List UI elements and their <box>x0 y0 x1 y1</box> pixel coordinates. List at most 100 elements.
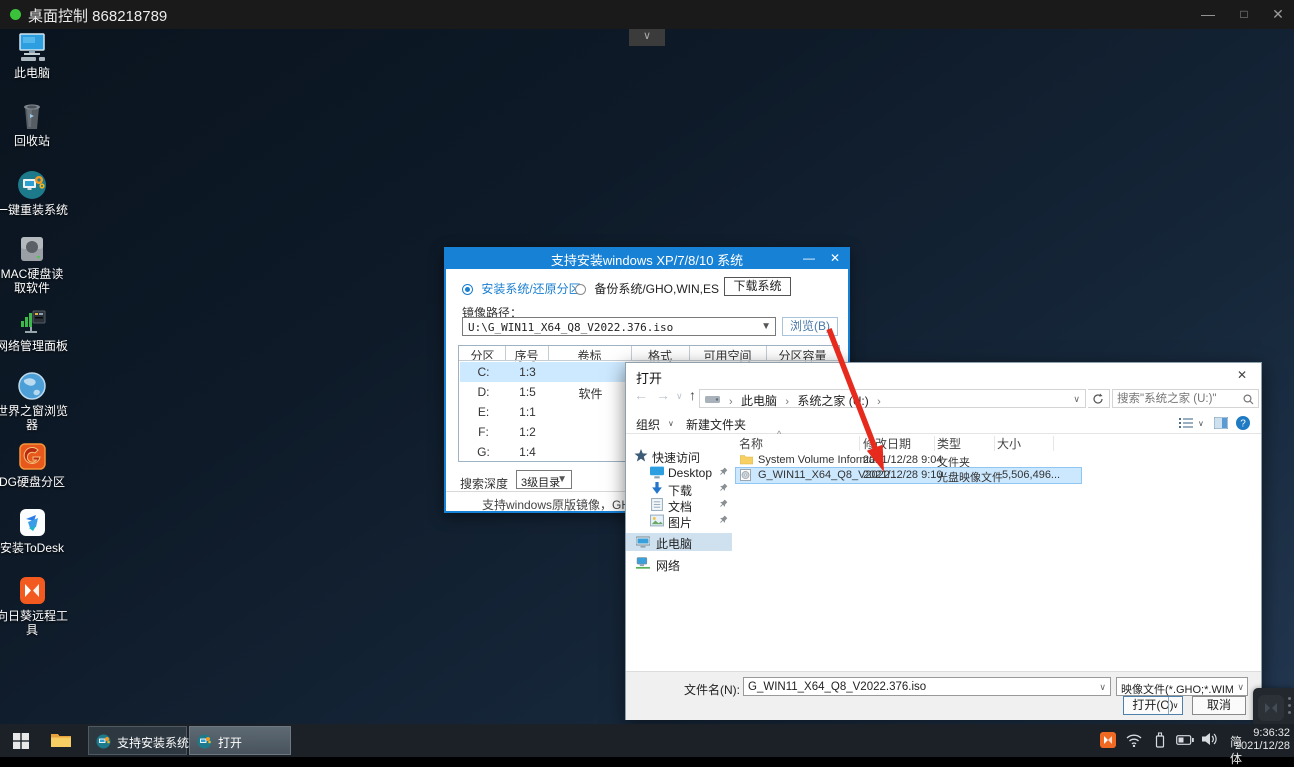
column-header-size[interactable]: 大小 <box>997 435 1052 452</box>
remote-float-widget[interactable] <box>1253 688 1294 724</box>
refresh-button[interactable] <box>1088 389 1110 408</box>
new-folder-button[interactable]: 新建文件夹 <box>686 416 746 433</box>
file-row-system-volume[interactable]: System Volume Informati... 2021/12/28 9:… <box>736 453 1081 468</box>
browse-button[interactable]: 浏览(B) <box>782 317 838 336</box>
breadcrumb-this-pc[interactable]: 此电脑 <box>741 394 777 408</box>
usb-device-icon[interactable] <box>1154 732 1166 748</box>
file-explorer-button[interactable] <box>44 724 78 757</box>
document-icon <box>650 498 664 511</box>
desktop-icon-mac-disk-reader[interactable]: MAC硬盘读取软件 <box>0 233 68 295</box>
desktop-icon-network-panel[interactable]: 网络管理面板 <box>0 305 68 353</box>
download-system-button[interactable]: 下载系统 <box>724 277 791 296</box>
breadcrumb-sep-icon: › <box>780 396 794 408</box>
desktop-icon-world-window-browser[interactable]: 世界之窗浏览器 <box>0 370 68 432</box>
file-size: 5,506,496... <box>1002 469 1060 481</box>
window-close-button[interactable]: ✕ <box>1258 0 1294 29</box>
col-volume-label[interactable]: 卷标 <box>548 347 631 360</box>
desktop-icon-this-pc[interactable]: 此电脑 <box>0 32 68 80</box>
cancel-button[interactable]: 取消 <box>1192 696 1246 715</box>
drive-icon <box>705 395 720 404</box>
column-label: 名称 <box>739 437 763 451</box>
col-format[interactable]: 格式 <box>631 347 689 360</box>
pin-icon <box>719 499 728 508</box>
folder-icon <box>51 732 71 748</box>
desktop-icon-install-todesk[interactable]: 安装ToDesk <box>0 507 68 555</box>
filetype-chevron-icon[interactable]: ∨ <box>1237 682 1244 693</box>
filename-combobox[interactable]: ∨ <box>743 677 1111 696</box>
view-list-icon[interactable] <box>1179 417 1193 429</box>
sidebar-item-desktop[interactable]: Desktop <box>626 465 732 482</box>
filename-label: 文件名(N): <box>684 681 740 698</box>
desktop-icon-dg-partition[interactable]: DG硬盘分区 <box>0 441 68 489</box>
cell-label: 软件 <box>549 385 632 402</box>
desktop-icon-sunflower-remote[interactable]: 向日葵远程工具 <box>0 575 68 637</box>
open-split-chevron-icon[interactable]: ∨ <box>1168 697 1182 714</box>
open-dialog-title: 打开 <box>636 368 662 387</box>
start-button[interactable] <box>0 724 42 757</box>
pin-icon <box>719 467 728 476</box>
sidebar-item-documents[interactable]: 文档 <box>626 497 732 514</box>
installer-titlebar[interactable]: 支持安装windows XP/7/8/10 系统 — ✕ <box>444 247 850 269</box>
col-free-space[interactable]: 可用空间 <box>689 347 766 360</box>
battery-icon[interactable] <box>1176 735 1194 745</box>
desktop-icon-one-key-reinstall[interactable]: 一键重装系统 <box>0 169 68 217</box>
taskbar-task-installer[interactable]: 支持安装系统 <box>88 726 187 755</box>
wifi-icon[interactable] <box>1126 734 1142 747</box>
back-icon[interactable]: ← <box>634 387 648 403</box>
filename-input[interactable] <box>748 679 1088 694</box>
filename-chevron-icon[interactable]: ∨ <box>1099 682 1106 693</box>
breadcrumb-folder[interactable]: 系统之家 (U:) <box>797 394 868 408</box>
open-dialog-close-button[interactable]: ✕ <box>1229 366 1255 384</box>
file-row-iso-selected[interactable]: G_WIN11_X64_Q8_V2022... 2021/12/28 9:10 … <box>736 468 1081 483</box>
sidebar-label: 网络 <box>656 557 680 574</box>
column-header-type[interactable]: 类型 <box>937 435 993 452</box>
search-depth-combobox[interactable]: 3级目录 ▼ <box>516 470 572 489</box>
file-type: 光盘映像文件 <box>937 469 1003 485</box>
caret-down-icon: ▼ <box>761 321 771 332</box>
installer-close-button[interactable]: ✕ <box>822 247 848 269</box>
desktop-icon-label: DG硬盘分区 <box>0 475 68 489</box>
sidebar-quick-access[interactable]: 快速访问 <box>626 448 732 465</box>
installer-minimize-button[interactable]: — <box>796 247 822 269</box>
sidebar-item-pictures[interactable]: 图片 <box>626 513 732 530</box>
filetype-combobox[interactable]: 映像文件(*.GHO;*.WIM;*.ESD; ∨ <box>1116 677 1248 696</box>
up-icon[interactable]: ↑ <box>689 387 696 403</box>
sidebar-item-downloads[interactable]: 下载 <box>626 481 732 498</box>
address-chevron-icon[interactable]: ∨ <box>1073 394 1080 405</box>
sunflower-tray-icon[interactable] <box>1100 732 1116 748</box>
address-bar[interactable]: › 此电脑 › 系统之家 (U:) › ∨ <box>699 389 1086 408</box>
search-box[interactable] <box>1112 389 1259 408</box>
column-label: 大小 <box>997 437 1021 451</box>
column-header-date[interactable]: 修改日期 <box>863 435 935 452</box>
history-chevron-icon[interactable]: ∨ <box>676 391 683 402</box>
column-header-name[interactable]: 名称 ^ <box>739 435 859 452</box>
one-key-reinstall-icon <box>95 733 112 750</box>
sidebar-item-network[interactable]: 网络 <box>626 556 732 573</box>
search-input[interactable] <box>1117 391 1237 406</box>
open-button[interactable]: 打开(O) ∨ <box>1123 696 1183 715</box>
radio-backup-system[interactable]: 备份系统/GHO,WIN,ES <box>575 280 719 297</box>
col-partition[interactable]: 分区 <box>460 347 505 360</box>
radio-install-system[interactable]: 安装系统/还原分区 <box>462 280 581 297</box>
image-path-combobox[interactable]: U:\G_WIN11_X64_Q8_V2022.376.iso ▼ <box>462 317 776 336</box>
col-index[interactable]: 序号 <box>505 347 548 360</box>
desktop-icon-label: 向日葵远程工具 <box>0 609 68 637</box>
radio-selected-icon <box>462 284 473 295</box>
col-capacity[interactable]: 分区容量 <box>766 347 839 360</box>
window-minimize-button[interactable]: — <box>1188 0 1228 29</box>
view-chevron-icon[interactable]: ∨ <box>1198 419 1204 428</box>
volume-icon[interactable] <box>1202 732 1218 746</box>
desktop-icon-recycle-bin[interactable]: 回收站 <box>0 100 68 148</box>
tray-time: 9:36:32 <box>1235 727 1290 740</box>
tray-clock[interactable]: 9:36:32 2021/12/28 <box>1235 727 1290 753</box>
cell-index: 1:3 <box>506 365 549 379</box>
help-icon[interactable]: ? <box>1236 416 1250 430</box>
desktop-icon-label: 一键重装系统 <box>0 203 68 217</box>
screen: 桌面控制 868218789 — □ ✕ ∨ 此电脑 <box>0 0 1294 757</box>
preview-pane-icon[interactable] <box>1214 417 1228 429</box>
forward-icon[interactable]: → <box>656 387 670 403</box>
organize-menu[interactable]: 组织 <box>636 416 660 433</box>
sidebar-item-this-pc[interactable]: 此电脑 <box>626 533 732 551</box>
toolbar-collapse-tab[interactable]: ∨ <box>629 29 665 46</box>
taskbar-task-open-dialog[interactable]: 打开 <box>189 726 291 755</box>
